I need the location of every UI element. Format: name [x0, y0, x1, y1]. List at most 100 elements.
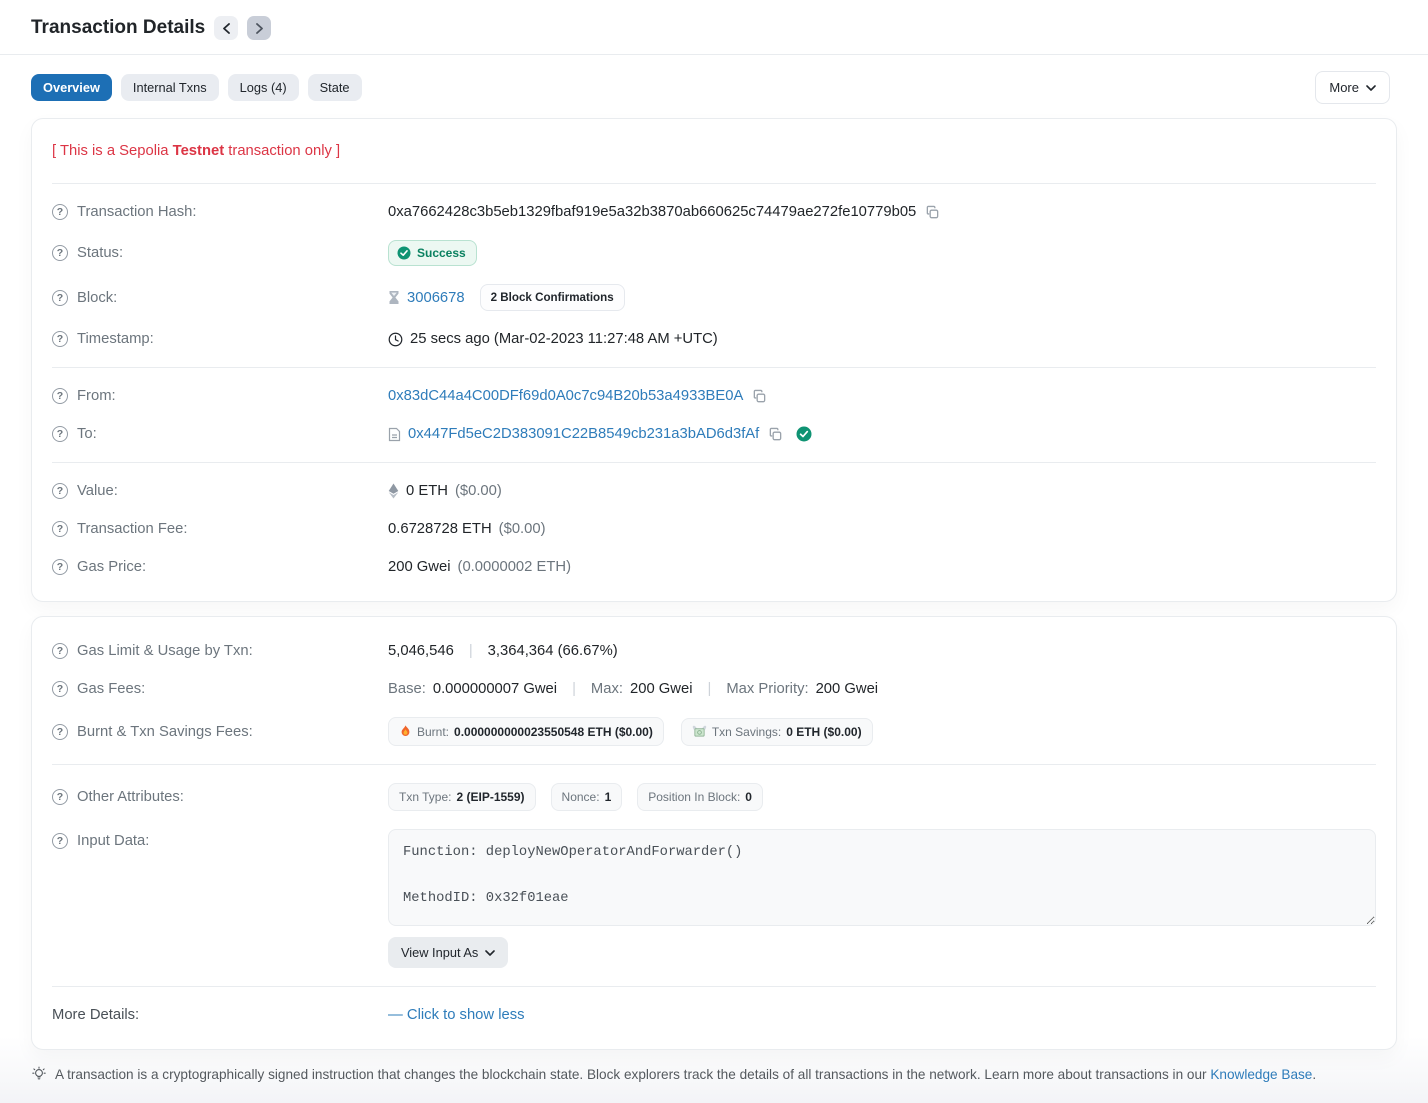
overview-card-primary: [ This is a Sepolia Testnet transaction …: [31, 118, 1397, 602]
row-gas-limit-usage: Gas Limit & Usage by Txn: 5,046,546 | 3,…: [52, 632, 1376, 670]
transaction-hash-value: 0xa7662428c3b5eb1329fbaf919e5a32b3870ab6…: [388, 204, 916, 220]
document-icon: [388, 427, 401, 442]
txn-type-badge: Txn Type: 2 (EIP-1559): [388, 783, 536, 811]
status-badge: Success: [388, 240, 477, 266]
page-title: Transaction Details: [31, 17, 205, 39]
view-input-as-button[interactable]: View Input As: [388, 937, 508, 968]
transaction-fee-usd: ($0.00): [499, 521, 546, 537]
row-other-attributes: Other Attributes: Txn Type: 2 (EIP-1559)…: [52, 774, 1376, 820]
position-in-block-badge-value: 0: [745, 790, 752, 804]
row-block: Block: 3006678 2 Block Confirmations: [52, 275, 1376, 320]
testnet-warning-prefix: [ This is a Sepolia: [52, 143, 173, 159]
question-circle-icon[interactable]: [52, 681, 68, 697]
footer-text: A transaction is a cryptographically sig…: [55, 1067, 1316, 1082]
block-label: Block:: [77, 290, 117, 306]
question-circle-icon[interactable]: [52, 388, 68, 404]
question-circle-icon[interactable]: [52, 290, 68, 306]
show-less-text: Click to show less: [407, 1007, 525, 1023]
divider: [52, 764, 1376, 765]
question-circle-icon[interactable]: [52, 245, 68, 261]
question-circle-icon[interactable]: [52, 204, 68, 220]
row-label: From:: [52, 388, 388, 404]
row-label: Gas Limit & Usage by Txn:: [52, 643, 388, 659]
question-circle-icon[interactable]: [52, 483, 68, 499]
row-value: 0.6728728 ETH ($0.00): [388, 521, 1376, 537]
chevron-down-icon: [485, 950, 495, 956]
row-label: Transaction Hash:: [52, 204, 388, 220]
question-circle-icon[interactable]: [52, 331, 68, 347]
row-to: To: 0x447Fd5eC2D383091C22B8549cb231a3bAD…: [52, 415, 1376, 453]
input-data-textarea[interactable]: Function: deployNewOperatorAndForwarder(…: [388, 829, 1376, 926]
burnt-savings-label: Burnt & Txn Savings Fees:: [77, 724, 253, 740]
row-value: 0xa7662428c3b5eb1329fbaf919e5a32b3870ab6…: [388, 204, 1376, 220]
testnet-warning: [ This is a Sepolia Testnet transaction …: [52, 134, 1376, 174]
more-button[interactable]: More: [1315, 71, 1390, 104]
burnt-badge: Burnt: 0.000000000023550548 ETH ($0.00): [388, 717, 664, 746]
divider: [52, 462, 1376, 463]
row-label: Status:: [52, 245, 388, 261]
nonce-badge-value: 1: [605, 790, 612, 804]
row-gas-price: Gas Price: 200 Gwei (0.0000002 ETH): [52, 548, 1376, 586]
row-label: Gas Fees:: [52, 681, 388, 697]
position-in-block-badge: Position In Block: 0: [637, 783, 763, 811]
knowledge-base-link[interactable]: Knowledge Base: [1210, 1067, 1312, 1082]
row-value: 0x83dC44a4C00DFf69d0A0c7c94B20b53a4933BE…: [388, 388, 1376, 404]
next-transaction-button[interactable]: [247, 16, 271, 40]
position-in-block-badge-label: Position In Block:: [648, 790, 740, 804]
row-transaction-hash: Transaction Hash: 0xa7662428c3b5eb1329fb…: [52, 193, 1376, 231]
txn-savings-badge-label: Txn Savings:: [712, 725, 781, 739]
row-gas-fees: Gas Fees: Base: 0.000000007 Gwei | Max: …: [52, 670, 1376, 708]
row-label: Input Data:: [52, 829, 388, 849]
tab-overview[interactable]: Overview: [31, 74, 112, 101]
copy-icon[interactable]: [923, 205, 942, 220]
burnt-badge-value: 0.000000000023550548 ETH ($0.00): [454, 725, 653, 739]
txn-savings-badge: Txn Savings: 0 ETH ($0.00): [681, 718, 873, 746]
from-address-link[interactable]: 0x83dC44a4C00DFf69d0A0c7c94B20b53a4933BE…: [388, 388, 743, 404]
separator: |: [564, 681, 584, 697]
max-fee-value: 200 Gwei: [630, 681, 693, 697]
max-priority-fee-value: 200 Gwei: [816, 681, 879, 697]
to-address-link[interactable]: 0x447Fd5eC2D383091C22B8549cb231a3bAD6d3f…: [408, 426, 759, 442]
divider: [52, 986, 1376, 987]
value-usd: ($0.00): [455, 483, 502, 499]
timestamp-value: 25 secs ago (Mar-02-2023 11:27:48 AM +UT…: [410, 331, 718, 347]
gas-price-amount: 200 Gwei: [388, 559, 451, 575]
gas-usage-value: 3,364,364 (66.67%): [488, 643, 618, 659]
question-circle-icon[interactable]: [52, 643, 68, 659]
row-label: Gas Price:: [52, 559, 388, 575]
show-less-link[interactable]: — Click to show less: [388, 1007, 525, 1023]
base-fee-label: Base:: [388, 681, 426, 697]
row-label: Other Attributes:: [52, 789, 388, 805]
gas-price-label: Gas Price:: [77, 559, 146, 575]
row-value: Base: 0.000000007 Gwei | Max: 200 Gwei |…: [388, 681, 1376, 697]
max-fee-label: Max:: [591, 681, 623, 697]
nonce-badge: Nonce: 1: [551, 783, 623, 811]
base-fee-value: 0.000000007 Gwei: [433, 681, 557, 697]
row-label: Burnt & Txn Savings Fees:: [52, 724, 388, 740]
copy-icon[interactable]: [766, 427, 785, 442]
transaction-hash-label: Transaction Hash:: [77, 204, 197, 220]
testnet-warning-suffix: transaction only ]: [224, 143, 340, 159]
tab-logs[interactable]: Logs (4): [228, 74, 299, 101]
money-wings-icon: [692, 725, 707, 738]
tab-state[interactable]: State: [308, 74, 362, 101]
row-from: From: 0x83dC44a4C00DFf69d0A0c7c94B20b53a…: [52, 377, 1376, 415]
separator: |: [461, 643, 481, 659]
question-circle-icon[interactable]: [52, 521, 68, 537]
question-circle-icon[interactable]: [52, 833, 68, 849]
status-label: Status:: [77, 245, 123, 261]
question-circle-icon[interactable]: [52, 426, 68, 442]
row-more-details: More Details: — Click to show less: [52, 996, 1376, 1034]
question-circle-icon[interactable]: [52, 789, 68, 805]
prev-transaction-button[interactable]: [214, 16, 238, 40]
value-amount: 0 ETH: [406, 483, 448, 499]
tab-internal-txns[interactable]: Internal Txns: [121, 74, 219, 101]
question-circle-icon[interactable]: [52, 724, 68, 740]
txn-type-badge-label: Txn Type:: [399, 790, 451, 804]
copy-icon[interactable]: [750, 389, 769, 404]
input-data-label: Input Data:: [77, 833, 149, 849]
row-value: 25 secs ago (Mar-02-2023 11:27:48 AM +UT…: [388, 331, 1376, 347]
txn-type-badge-value: 2 (EIP-1559): [456, 790, 524, 804]
question-circle-icon[interactable]: [52, 559, 68, 575]
block-number-link[interactable]: 3006678: [407, 290, 465, 306]
